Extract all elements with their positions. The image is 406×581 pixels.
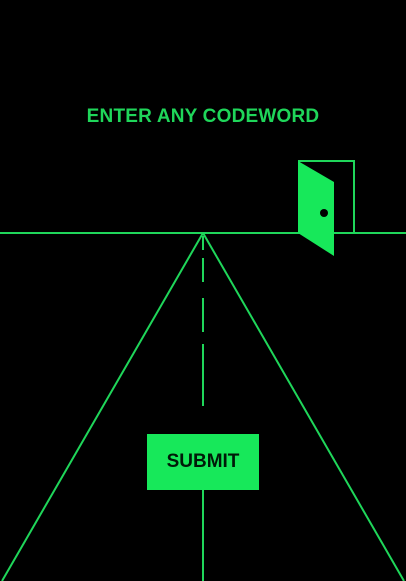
road-left-edge [1,232,204,581]
road-perspective-scene [0,160,406,581]
codeword-screen: ENTER ANY CODEWORD SUBMIT [0,0,406,581]
door-button[interactable] [297,160,355,256]
road-right-edge [202,232,405,581]
submit-button[interactable]: SUBMIT [147,434,259,490]
codeword-prompt: ENTER ANY CODEWORD [86,106,320,127]
